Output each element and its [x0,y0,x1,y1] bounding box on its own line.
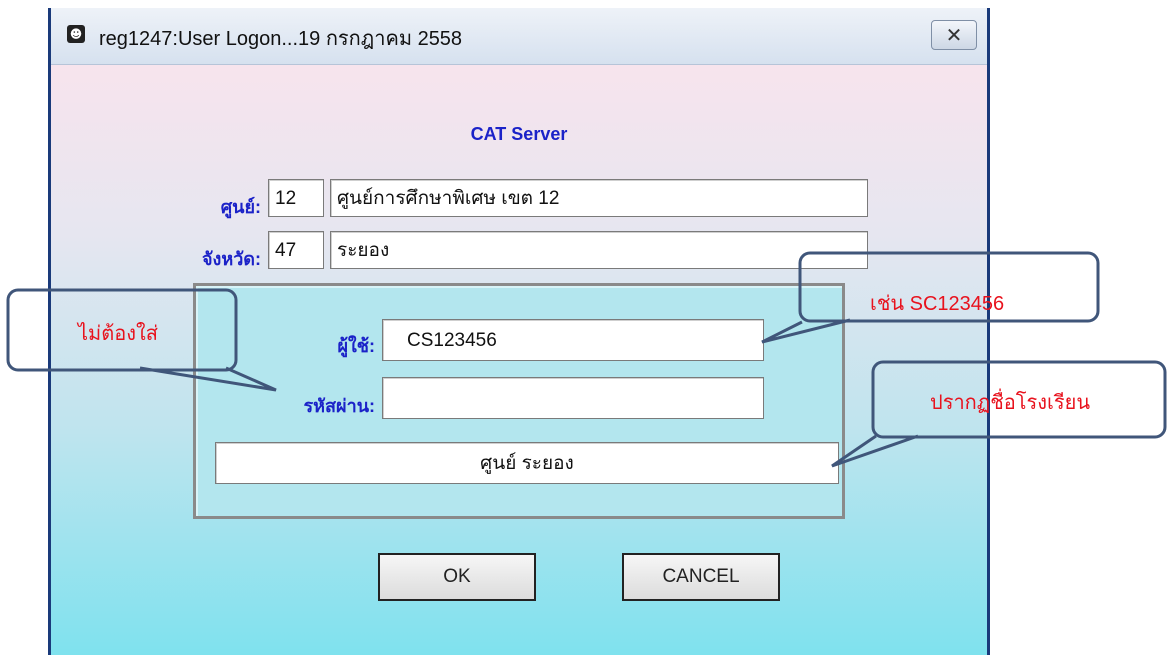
center-name-field[interactable]: ศูนย์การศึกษาพิเศษ เขต 12 [330,179,868,217]
ok-button[interactable]: OK [378,553,536,601]
password-label: รหัสผ่าน: [303,396,375,416]
app-icon: ☻ [67,25,85,43]
cancel-button[interactable]: CANCEL [622,553,780,601]
close-icon: ✕ [945,23,963,47]
annotation-user-example: เช่น SC123456 [870,293,1005,315]
school-display-field: ศูนย์ ระยอง [215,442,839,484]
province-name-field[interactable]: ระยอง [330,231,868,269]
password-input[interactable] [382,377,764,419]
center-label: ศูนย์: [220,197,261,217]
user-label: ผู้ใช้: [337,336,375,356]
center-code-field[interactable]: 12 [268,179,324,217]
province-code-field[interactable]: 47 [268,231,324,269]
province-label: จังหวัด: [202,249,261,269]
title-bar: ☻ reg1247:User Logon...19 กรกฎาคม 2558 ✕ [51,8,987,65]
close-button[interactable]: ✕ [931,20,977,50]
server-title: CAT Server [470,124,568,144]
logon-window: ☻ reg1247:User Logon...19 กรกฎาคม 2558 ✕… [48,8,990,655]
annotation-no-password: ไม่ต้องใส่ [78,323,158,345]
window-title: reg1247:User Logon...19 กรกฎาคม 2558 [99,28,463,50]
user-input[interactable]: CS123456 [382,319,764,361]
annotation-school-appears: ปรากฏชื่อโรงเรียน [930,392,1091,414]
